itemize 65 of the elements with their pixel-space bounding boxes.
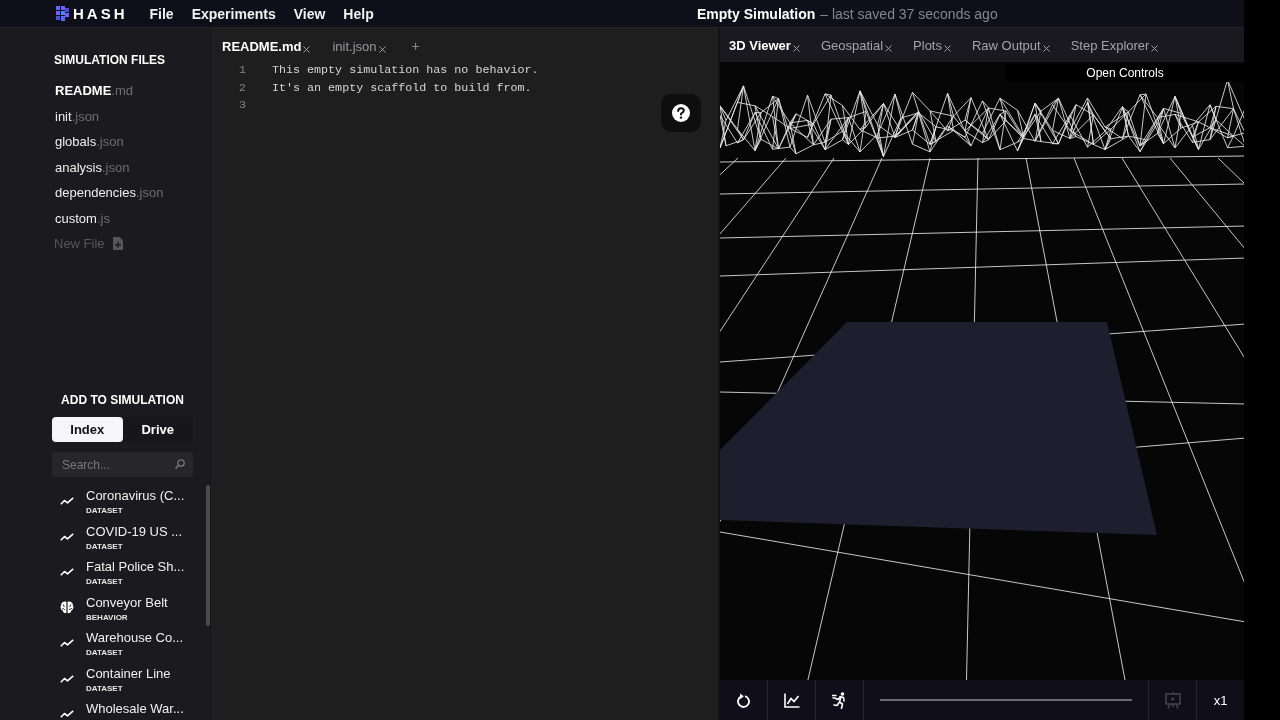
line-number: 1 <box>238 62 246 79</box>
menu-item[interactable]: Help <box>343 5 374 22</box>
file-plus-icon <box>112 237 123 251</box>
document-entry[interactable]: init.json <box>54 103 100 129</box>
line-chart-icon <box>783 692 800 708</box>
editor-tab[interactable]: init.json <box>332 38 386 54</box>
viewer-tab[interactable]: Raw Output <box>972 37 1050 53</box>
presentation-icon <box>1164 691 1181 709</box>
document-entry[interactable]: custom.js <box>54 205 110 231</box>
simulation-title: Empty Simulation <box>697 5 816 22</box>
close-icon[interactable] <box>885 44 893 52</box>
library-item[interactable]: COVID-19 US ... DATASET <box>52 520 204 556</box>
viewer-tab[interactable]: Geospatial <box>820 37 893 53</box>
document-entry[interactable]: analysis.json <box>54 154 130 180</box>
timeline-track[interactable] <box>880 699 1132 701</box>
line-number: 2 <box>238 79 246 97</box>
close-icon[interactable] <box>303 45 311 53</box>
running-person-icon <box>831 691 848 709</box>
open-controls-button[interactable]: Open Controls <box>1006 64 1244 82</box>
app-name: HASH <box>73 5 128 22</box>
viewer-tab[interactable]: 3D Viewer <box>729 37 800 53</box>
save-status: – last saved 37 seconds ago <box>820 5 998 22</box>
library-item[interactable]: Fatal Police Sh... DATASET <box>52 556 204 592</box>
help-icon <box>672 104 690 122</box>
trend-line-icon <box>60 532 74 541</box>
trend-line-icon <box>60 639 74 647</box>
trend-line-icon <box>60 674 74 683</box>
viewer-tab[interactable]: Step Explorer <box>1070 37 1159 53</box>
search-field[interactable]: Search... <box>52 452 193 477</box>
menu-item[interactable]: View <box>293 5 326 22</box>
trend-line-icon <box>60 710 74 718</box>
add-tab-button[interactable]: + <box>411 38 420 54</box>
document-entry[interactable]: README.md <box>54 78 133 104</box>
help-button[interactable] <box>661 94 701 132</box>
document-entry[interactable]: dependencies.json <box>54 180 164 206</box>
library-item[interactable]: Wholesale War... <box>52 698 204 720</box>
source-tab[interactable]: Drive <box>122 417 193 442</box>
search-icon <box>175 459 185 469</box>
line-number: 3 <box>238 97 246 114</box>
source-tab[interactable]: Index <box>52 417 123 442</box>
library-item[interactable]: Warehouse Co... DATASET <box>52 627 204 663</box>
section-heading: ADD TO SIMULATION <box>60 392 185 408</box>
speed-button[interactable]: x1 <box>1196 680 1244 720</box>
document-entry[interactable]: globals.json <box>54 129 124 155</box>
code-line: This empty simulation has no behavior. <box>272 62 539 79</box>
close-icon[interactable] <box>792 44 800 52</box>
brain-icon <box>60 601 74 614</box>
editor-tab[interactable]: README.md <box>222 38 311 54</box>
trend-line-icon <box>60 497 74 505</box>
reset-icon <box>736 692 751 708</box>
library-item[interactable]: Container Line DATASET <box>52 662 204 698</box>
close-icon[interactable] <box>944 44 951 52</box>
library-item[interactable]: Coronavirus (C... DATASET <box>52 485 204 521</box>
scrollbar[interactable] <box>206 485 210 626</box>
close-icon[interactable] <box>1151 44 1159 52</box>
logo-icon <box>56 6 69 21</box>
menu-item[interactable]: File <box>149 5 174 22</box>
section-heading: SIMULATION FILES <box>54 52 167 68</box>
trend-line-icon <box>60 568 74 576</box>
code-line: It's an empty scaffold to build from. <box>272 79 532 97</box>
menu-item[interactable]: Experiments <box>191 5 276 22</box>
viewer-tab[interactable]: Plots <box>913 37 951 53</box>
close-icon[interactable] <box>378 45 386 53</box>
library-item[interactable]: Conveyor Belt BEHAVIOR <box>52 591 204 627</box>
close-icon[interactable] <box>1042 44 1050 52</box>
